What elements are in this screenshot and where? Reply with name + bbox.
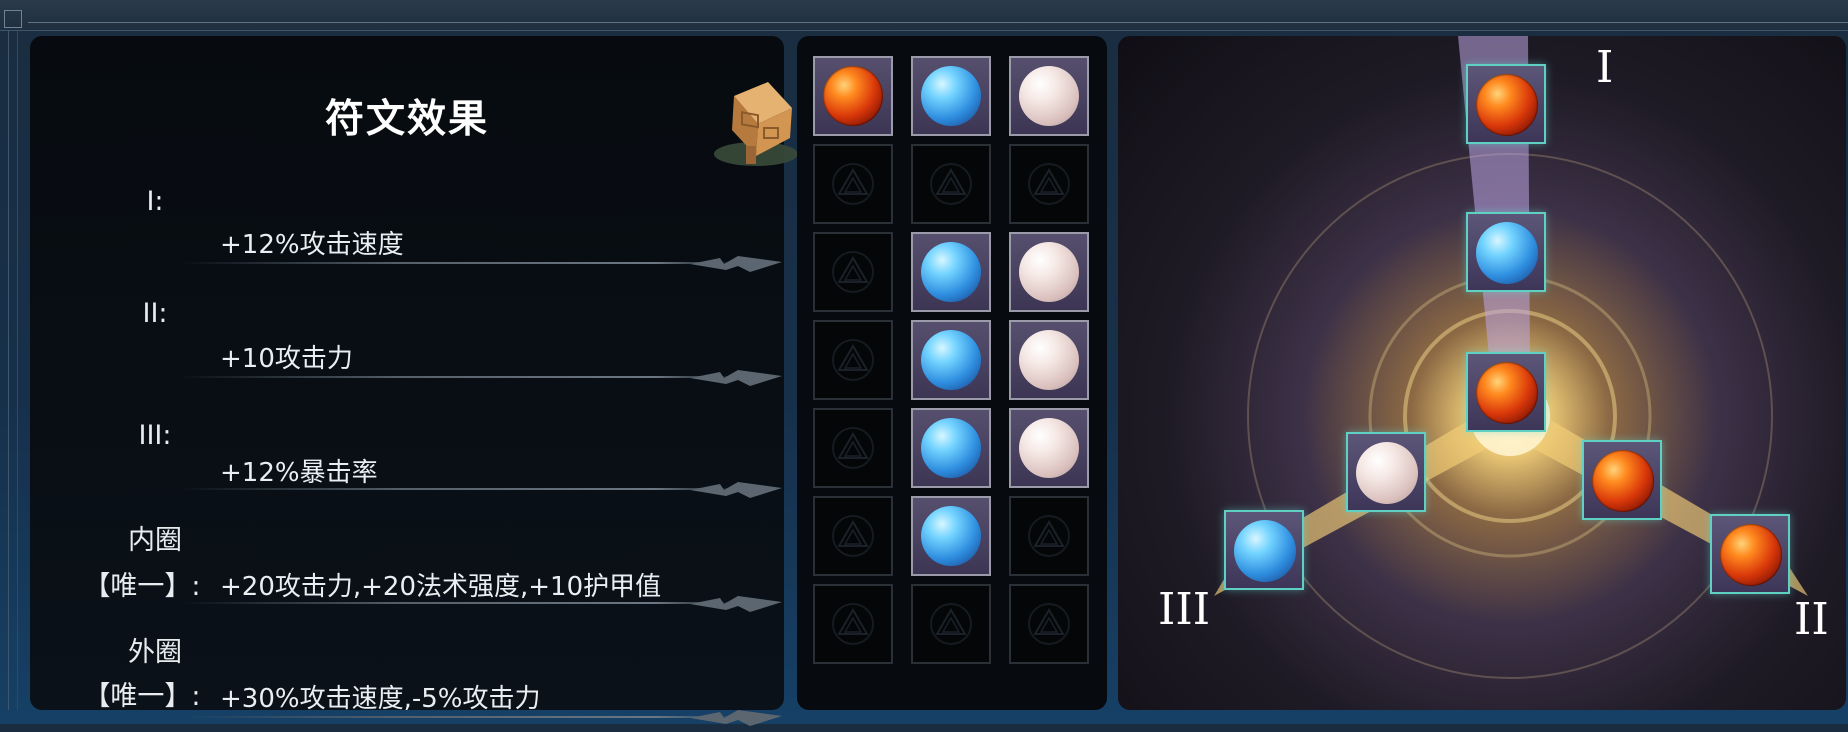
divider-ornament	[690, 370, 782, 386]
red-rune-icon	[1592, 450, 1654, 512]
rune-slot-empty[interactable]	[813, 496, 893, 576]
empty-slot-triangle-icon	[832, 339, 874, 381]
rune-slot-empty[interactable]	[813, 232, 893, 312]
frame-corner-ornament	[4, 10, 22, 28]
pearl-rune-icon	[1019, 330, 1079, 390]
board-slot-7[interactable]	[1710, 514, 1790, 594]
effect-label-inner-ring: 内圈	[128, 525, 182, 556]
branch-label-top: I	[1596, 42, 1614, 93]
divider-ornament	[690, 710, 782, 726]
empty-slot-triangle-icon	[832, 163, 874, 205]
board-slot-6[interactable]	[1224, 510, 1304, 590]
rune-slot-red[interactable]	[813, 56, 893, 136]
rune-effects-panel: 符文效果 I: +12%攻击速度 II: +10攻击力 III: +12%暴击率…	[30, 36, 798, 726]
divider-ornament	[690, 596, 782, 612]
effect-label-tier-2: II:	[142, 298, 168, 329]
empty-slot-triangle-icon	[832, 603, 874, 645]
empty-slot-triangle-icon	[832, 427, 874, 469]
rune-slot-blue[interactable]	[911, 320, 991, 400]
rune-slot-empty[interactable]	[813, 408, 893, 488]
effect-text-outer-ring: +30%攻击速度,-5%攻击力	[220, 684, 541, 714]
rune-inventory-panel	[797, 36, 1107, 710]
effect-text-tier-3: +12%暴击率	[220, 458, 378, 488]
rune-slot-empty[interactable]	[813, 584, 893, 664]
divider-ornament	[690, 482, 782, 498]
board-slot-4[interactable]	[1346, 432, 1426, 512]
pearl-rune-icon	[1019, 66, 1079, 126]
effect-label-tier-1: I:	[146, 186, 164, 217]
effect-text-tier-1: +12%攻击速度	[220, 230, 404, 260]
rune-slot-blue[interactable]	[911, 408, 991, 488]
rune-book-icon	[714, 82, 798, 166]
board-slot-2[interactable]	[1466, 212, 1546, 292]
red-rune-icon	[1720, 524, 1782, 586]
effect-text-tier-2: +10攻击力	[220, 344, 353, 374]
row-divider	[180, 602, 740, 604]
rune-slot-pearl[interactable]	[1009, 232, 1089, 312]
rune-slot-empty[interactable]	[1009, 496, 1089, 576]
rune-slot-empty[interactable]	[813, 320, 893, 400]
divider-ornament	[690, 256, 782, 272]
rune-slot-blue[interactable]	[911, 232, 991, 312]
row-divider	[180, 488, 740, 490]
rune-slot-pearl[interactable]	[1009, 320, 1089, 400]
blue-rune-icon	[921, 242, 981, 302]
effect-label-inner-unique: 【唯一】:	[83, 571, 201, 602]
effect-label-outer-ring: 外圈	[128, 637, 182, 668]
blue-rune-icon	[921, 330, 981, 390]
empty-slot-triangle-icon	[930, 163, 972, 205]
left-frame	[8, 30, 18, 710]
empty-slot-triangle-icon	[1028, 603, 1070, 645]
empty-slot-triangle-icon	[832, 515, 874, 557]
rune-slot-pearl[interactable]	[1009, 408, 1089, 488]
top-frame-line	[28, 22, 1848, 23]
rune-slot-empty[interactable]	[1009, 144, 1089, 224]
effect-text-inner-ring: +20攻击力,+20法术强度,+10护甲值	[220, 572, 662, 602]
board-slot-3[interactable]	[1466, 352, 1546, 432]
rune-slot-empty[interactable]	[911, 144, 991, 224]
empty-slot-triangle-icon	[832, 251, 874, 293]
branch-label-right: II	[1794, 594, 1829, 645]
top-frame	[0, 0, 1848, 31]
empty-slot-triangle-icon	[1028, 163, 1070, 205]
pearl-rune-icon	[1356, 442, 1418, 504]
rune-slot-empty[interactable]	[911, 584, 991, 664]
board-slot-5[interactable]	[1582, 440, 1662, 520]
rune-board: I II III	[1118, 36, 1846, 710]
blue-rune-icon	[921, 66, 981, 126]
blue-rune-icon	[921, 506, 981, 566]
pearl-rune-icon	[1019, 418, 1079, 478]
rune-slot-blue[interactable]	[911, 496, 991, 576]
effect-label-tier-3: III:	[138, 420, 172, 451]
red-rune-icon	[823, 66, 883, 126]
rune-slot-empty[interactable]	[813, 144, 893, 224]
blue-rune-icon	[921, 418, 981, 478]
red-rune-icon	[1476, 74, 1538, 136]
row-divider	[180, 716, 740, 718]
blue-rune-icon	[1476, 222, 1538, 284]
rune-slot-empty[interactable]	[1009, 584, 1089, 664]
rune-slot-blue[interactable]	[911, 56, 991, 136]
empty-slot-triangle-icon	[930, 603, 972, 645]
panel-title: 符文效果	[324, 97, 489, 142]
rune-slot-pearl[interactable]	[1009, 56, 1089, 136]
row-divider	[180, 262, 740, 264]
pearl-rune-icon	[1019, 242, 1079, 302]
empty-slot-triangle-icon	[1028, 515, 1070, 557]
red-rune-icon	[1476, 362, 1538, 424]
board-slot-1[interactable]	[1466, 64, 1546, 144]
row-divider	[180, 376, 740, 378]
effect-label-outer-unique: 【唯一】:	[83, 681, 201, 712]
blue-rune-icon	[1234, 520, 1296, 582]
branch-label-left: III	[1158, 584, 1211, 635]
